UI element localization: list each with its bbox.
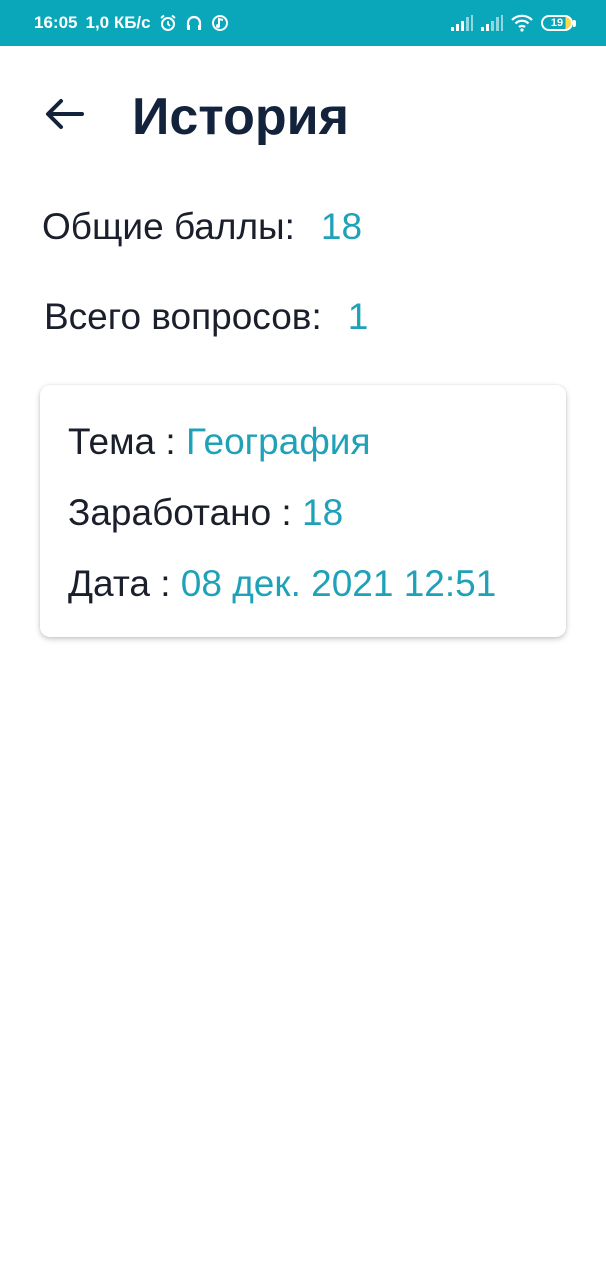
battery-icon: 19 bbox=[541, 15, 576, 31]
history-card[interactable]: Тема : География Заработано : 18 Дата : … bbox=[40, 385, 566, 637]
date-label: Дата : bbox=[68, 563, 181, 604]
date-value: 08 дек. 2021 12:51 bbox=[180, 563, 497, 604]
total-questions-row: Всего вопросов: 1 bbox=[44, 296, 368, 338]
signal-icon bbox=[481, 15, 503, 31]
earned-line: Заработано : 18 bbox=[68, 492, 343, 534]
status-time: 16:05 bbox=[34, 13, 78, 32]
status-left: 16:05 1,0 КБ/с bbox=[34, 13, 229, 33]
total-points-label: Общие баллы: bbox=[42, 206, 295, 247]
headphones-icon bbox=[186, 15, 201, 30]
earned-label: Заработано : bbox=[68, 492, 302, 533]
back-button[interactable] bbox=[38, 88, 90, 140]
music-app-icon bbox=[211, 15, 228, 31]
total-questions-value: 1 bbox=[347, 296, 369, 337]
topic-label: Тема : bbox=[68, 421, 186, 462]
wifi-icon bbox=[511, 14, 533, 32]
page-title: История bbox=[132, 88, 349, 146]
status-right: 19 bbox=[451, 14, 576, 32]
status-speed: 1,0 КБ/с bbox=[85, 13, 151, 32]
total-points-value: 18 bbox=[320, 206, 363, 247]
total-points-row: Общие баллы: 18 bbox=[42, 206, 362, 248]
app-bar: История bbox=[0, 46, 606, 186]
date-line: Дата : 08 дек. 2021 12:51 bbox=[68, 563, 496, 605]
status-bar: 16:05 1,0 КБ/с 19 bbox=[0, 0, 606, 46]
topic-value: География bbox=[185, 421, 371, 462]
earned-value: 18 bbox=[302, 492, 344, 533]
battery-tip bbox=[573, 19, 576, 27]
signal-icon bbox=[451, 15, 473, 31]
topic-line: Тема : География bbox=[68, 421, 370, 463]
battery-level: 19 bbox=[541, 15, 573, 31]
arrow-left-icon bbox=[46, 99, 84, 129]
total-questions-label: Всего вопросов: bbox=[44, 296, 322, 337]
alarm-icon bbox=[159, 14, 176, 31]
